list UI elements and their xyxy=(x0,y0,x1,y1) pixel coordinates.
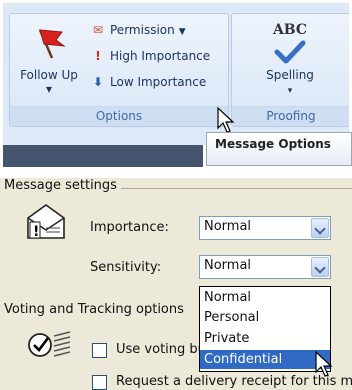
proofing-group: ABC Spelling ▾ Proofing xyxy=(231,13,349,127)
importance-value: Normal xyxy=(204,219,252,234)
chevron-down-icon: ▼ xyxy=(178,27,186,37)
sensitivity-dropdown-list: Normal Personal Private Confidential xyxy=(199,286,331,372)
image-separator xyxy=(0,170,352,178)
importance-dropdown-button[interactable] xyxy=(311,218,329,238)
message-options-dialog: Message settings ! Importance: Normal Se… xyxy=(0,178,352,390)
ribbon-panel: Follow Up ▾ ✉ Permission ▼ ! High Importanc… xyxy=(0,0,352,170)
sensitivity-label: Sensitivity: xyxy=(90,260,162,275)
importance-select[interactable]: Normal xyxy=(199,216,331,240)
svg-text:!: ! xyxy=(33,224,39,240)
mouse-cursor-icon xyxy=(315,350,333,377)
high-importance-button[interactable]: ! High Importance xyxy=(90,46,210,66)
follow-up-dropdown-icon: ▾ xyxy=(45,82,53,96)
message-settings-title: Message settings xyxy=(4,178,121,193)
high-importance-icon: ! xyxy=(95,49,101,63)
spelling-icon xyxy=(274,40,306,64)
spelling-dropdown-icon: ▾ xyxy=(287,86,293,96)
flag-icon xyxy=(38,29,66,59)
envelope-importance-icon: ! xyxy=(27,204,65,240)
proofing-group-label: Proofing xyxy=(232,106,349,126)
permission-label: Permission xyxy=(110,23,175,37)
follow-up-label: Follow Up xyxy=(20,68,78,82)
options-group-label: Options xyxy=(10,106,228,126)
permission-button[interactable]: ✉ Permission ▼ xyxy=(90,20,186,40)
sensitivity-option[interactable]: Normal xyxy=(200,288,330,307)
spelling-label: Spelling xyxy=(266,68,314,82)
abc-label: ABC xyxy=(272,22,308,38)
sensitivity-option-highlighted[interactable]: Confidential xyxy=(200,350,330,369)
voting-section-label: Voting and Tracking options xyxy=(4,302,184,317)
ribbon-bottom-bar xyxy=(3,145,203,167)
permission-icon: ✉ xyxy=(92,23,104,37)
importance-label: Importance: xyxy=(90,220,169,235)
low-importance-button[interactable]: ⬇ Low Importance xyxy=(90,72,206,92)
request-receipt-checkbox[interactable] xyxy=(92,375,107,390)
low-importance-icon: ⬇ xyxy=(92,75,104,89)
options-group: Follow Up ▾ ✉ Permission ▼ ! High Importanc… xyxy=(9,13,229,127)
follow-up-button[interactable]: Follow Up ▾ xyxy=(20,26,78,96)
sensitivity-value: Normal xyxy=(204,258,252,273)
spelling-button[interactable]: ABC Spelling ▾ xyxy=(240,22,340,96)
use-voting-checkbox[interactable] xyxy=(92,343,107,358)
low-importance-label: Low Importance xyxy=(110,75,207,89)
voting-icon xyxy=(28,331,71,357)
sensitivity-select[interactable]: Normal xyxy=(199,255,331,279)
sensitivity-option[interactable]: Private xyxy=(200,329,330,348)
high-importance-label: High Importance xyxy=(110,49,211,63)
mouse-cursor-icon xyxy=(217,106,235,133)
ribbon-area: Follow Up ▾ ✉ Permission ▼ ! High Importanc… xyxy=(3,3,349,145)
sensitivity-dropdown-button[interactable] xyxy=(311,257,329,277)
message-options-tooltip: Message Options xyxy=(206,132,352,166)
sensitivity-option[interactable]: Personal xyxy=(200,308,330,327)
